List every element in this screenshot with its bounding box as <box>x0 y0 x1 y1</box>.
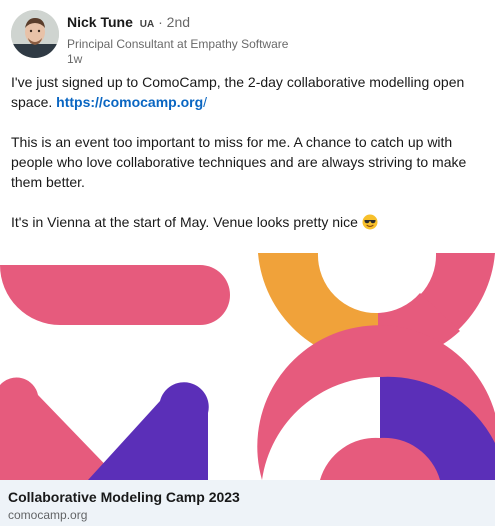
comocamp-link-slash[interactable]: / <box>203 94 207 110</box>
post-paragraph-1: I've just signed up to ComoCamp, the 2-d… <box>11 72 487 112</box>
post-paragraph-3-text: It's in Vienna at the start of May. Venu… <box>11 214 358 230</box>
author-headline: Principal Consultant at Empathy Software <box>67 37 289 51</box>
post-paragraph-3: It's in Vienna at the start of May. Venu… <box>11 212 487 235</box>
comocamp-link[interactable]: https://comocamp.org <box>56 94 203 110</box>
author-name[interactable]: Nick Tune <box>67 14 133 30</box>
link-preview-title[interactable]: Collaborative Modeling Camp 2023 <box>8 488 240 506</box>
link-preview-card[interactable]: Collaborative Modeling Camp 2023 comocam… <box>0 480 495 526</box>
author-badge: UA <box>139 19 155 30</box>
author-name-row: Nick Tune UA · 2nd <box>67 12 467 35</box>
smiling-face-with-sunglasses-icon <box>362 214 378 235</box>
author-avatar[interactable] <box>11 10 59 58</box>
post-text: I've just signed up to ComoCamp, the 2-d… <box>11 72 487 235</box>
connection-degree: · 2nd <box>158 14 191 30</box>
link-preview-domain: comocamp.org <box>8 508 88 522</box>
post-time: 1w <box>67 52 83 66</box>
author-meta: Nick Tune UA · 2nd Principal Consultant … <box>67 12 467 66</box>
comocamp-banner-image[interactable] <box>0 253 495 480</box>
post-paragraph-2: This is an event too important to miss f… <box>11 134 467 190</box>
post-header: Nick Tune UA · 2nd Principal Consultant … <box>11 10 481 66</box>
